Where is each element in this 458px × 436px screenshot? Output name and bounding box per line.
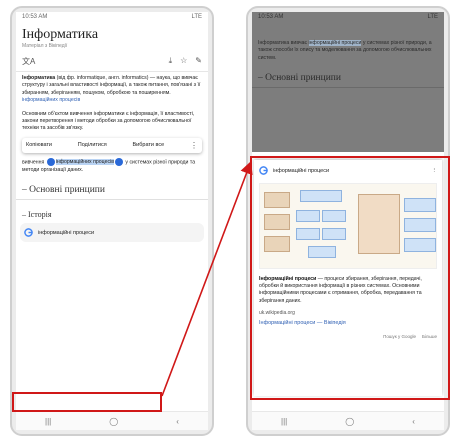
back-button[interactable]: ‹ — [412, 417, 415, 426]
select-all-button[interactable]: Вибрати все — [133, 142, 165, 148]
diagram-node — [404, 218, 436, 232]
article-term: Інформатика — [22, 75, 56, 81]
section-title: Основні принципи — [265, 73, 341, 84]
diagram-node — [296, 228, 320, 240]
selection-handle-end[interactable] — [114, 157, 123, 166]
status-bar: 10:53 AM LTE — [16, 12, 208, 26]
section-heading-history[interactable]: – Історія — [16, 200, 208, 221]
more-options-icon[interactable]: ⋮ — [190, 141, 198, 150]
selected-text: інформаційні процеси — [308, 40, 362, 46]
system-nav-bar: ||| ◯ ‹ — [252, 411, 444, 430]
dimmed-article-background: 10:53 AM LTE Інформатика вивчає інформац… — [252, 12, 444, 152]
google-icon — [259, 166, 268, 175]
search-chip-query: інформаційні процеси — [38, 229, 95, 236]
selection-handle-start[interactable] — [46, 157, 55, 166]
open-in-google-link[interactable]: Пошук у Google — [383, 334, 416, 339]
knowledge-panel-source: uk.wikipedia.org — [259, 309, 295, 316]
card-header: інформаційні процеси ⋮ — [254, 160, 442, 179]
language-icon[interactable]: 文A — [22, 56, 35, 67]
diagram-node — [264, 236, 290, 252]
left-screen: 10:53 AM LTE Інформатика Матеріал з Вікі… — [16, 12, 208, 430]
google-icon — [24, 228, 33, 237]
article-paragraph-1: Інформатика (від фр. informatique, англ.… — [16, 72, 208, 108]
diagram-node — [404, 238, 436, 252]
knowledge-panel-image[interactable] — [259, 183, 437, 269]
page-subtitle: Матеріал з Вікіпедії — [22, 43, 68, 49]
text-selection-toolbar: Копіювати Поділитися Вибрати все ⋮ — [22, 137, 202, 153]
left-phone-screenshot: 10:53 AM LTE Інформатика Матеріал з Вікі… — [10, 6, 214, 436]
recent-apps-button[interactable]: ||| — [45, 417, 51, 426]
recent-apps-button[interactable]: ||| — [281, 417, 287, 426]
star-icon[interactable]: ☆ — [180, 56, 187, 67]
edit-icon[interactable]: ✎ — [195, 56, 202, 67]
back-button[interactable]: ‹ — [176, 417, 179, 426]
system-nav-bar: ||| ◯ ‹ — [16, 411, 208, 430]
article-link[interactable]: інформаційних процесів — [22, 97, 80, 103]
diagram-panel — [358, 194, 400, 254]
article-toolbar: 文A ⤓ ☆ ✎ — [16, 52, 208, 72]
section-title: Історія — [28, 210, 52, 220]
status-indicators: LTE — [191, 14, 202, 20]
section-heading-principles: – Основні принципи — [252, 65, 444, 89]
knowledge-panel-description: Інформаційні процеси — процеси збирання,… — [254, 273, 442, 308]
article-text: вивчення — [22, 159, 46, 166]
card-bottom-bar: Пошук у Google Більше — [254, 328, 442, 345]
page-title: Інформатика — [22, 27, 99, 42]
right-screen: 10:53 AM LTE Інформатика вивчає інформац… — [252, 12, 444, 430]
more-link[interactable]: Більше — [422, 334, 437, 339]
knowledge-panel-title: Інформаційні процеси — [259, 276, 317, 282]
status-time: 10:53 AM — [22, 14, 48, 20]
status-time: 10:53 AM — [258, 14, 284, 20]
article-paragraph-3: вивчення інформаційних процесів у систем… — [16, 155, 208, 177]
share-button[interactable]: Поділитися — [78, 142, 107, 148]
diagram-node — [264, 214, 290, 230]
copy-button[interactable]: Копіювати — [26, 142, 52, 148]
diagram-node — [296, 210, 320, 222]
download-icon[interactable]: ⤓ — [169, 56, 173, 67]
status-indicators: LTE — [427, 14, 438, 20]
status-bar: 10:53 AM LTE — [252, 12, 444, 26]
section-title: Основні принципи — [29, 185, 105, 196]
section-heading-principles[interactable]: – Основні принципи — [16, 177, 208, 201]
selected-text[interactable]: інформаційних процесів — [55, 159, 114, 166]
home-button[interactable]: ◯ — [345, 417, 354, 426]
diagram-node — [300, 190, 342, 202]
wikipedia-link[interactable]: Інформаційні процеси — Вікіпедія — [254, 318, 442, 328]
card-query: інформаційні процеси — [273, 167, 330, 174]
right-phone-screenshot: 10:53 AM LTE Інформатика вивчає інформац… — [246, 6, 450, 436]
card-more-icon[interactable]: ⋮ — [432, 168, 438, 174]
article-paragraph-2: Основним об'єктом вивчення інформатики є… — [22, 110, 195, 132]
diagram-node — [308, 246, 336, 258]
diagram-node — [322, 210, 346, 222]
diagram-node — [264, 192, 290, 208]
google-search-card[interactable]: інформаційні процеси ⋮ Інформаційні проц… — [254, 160, 442, 396]
home-button[interactable]: ◯ — [109, 417, 118, 426]
tap-to-search-chip[interactable]: інформаційні процеси — [20, 223, 204, 243]
diagram-node — [404, 198, 436, 212]
article-paragraph: Інформатика вивчає інформаційні процеси … — [252, 26, 444, 65]
diagram-node — [322, 228, 346, 240]
article-text: Інформатика вивчає — [258, 40, 309, 46]
